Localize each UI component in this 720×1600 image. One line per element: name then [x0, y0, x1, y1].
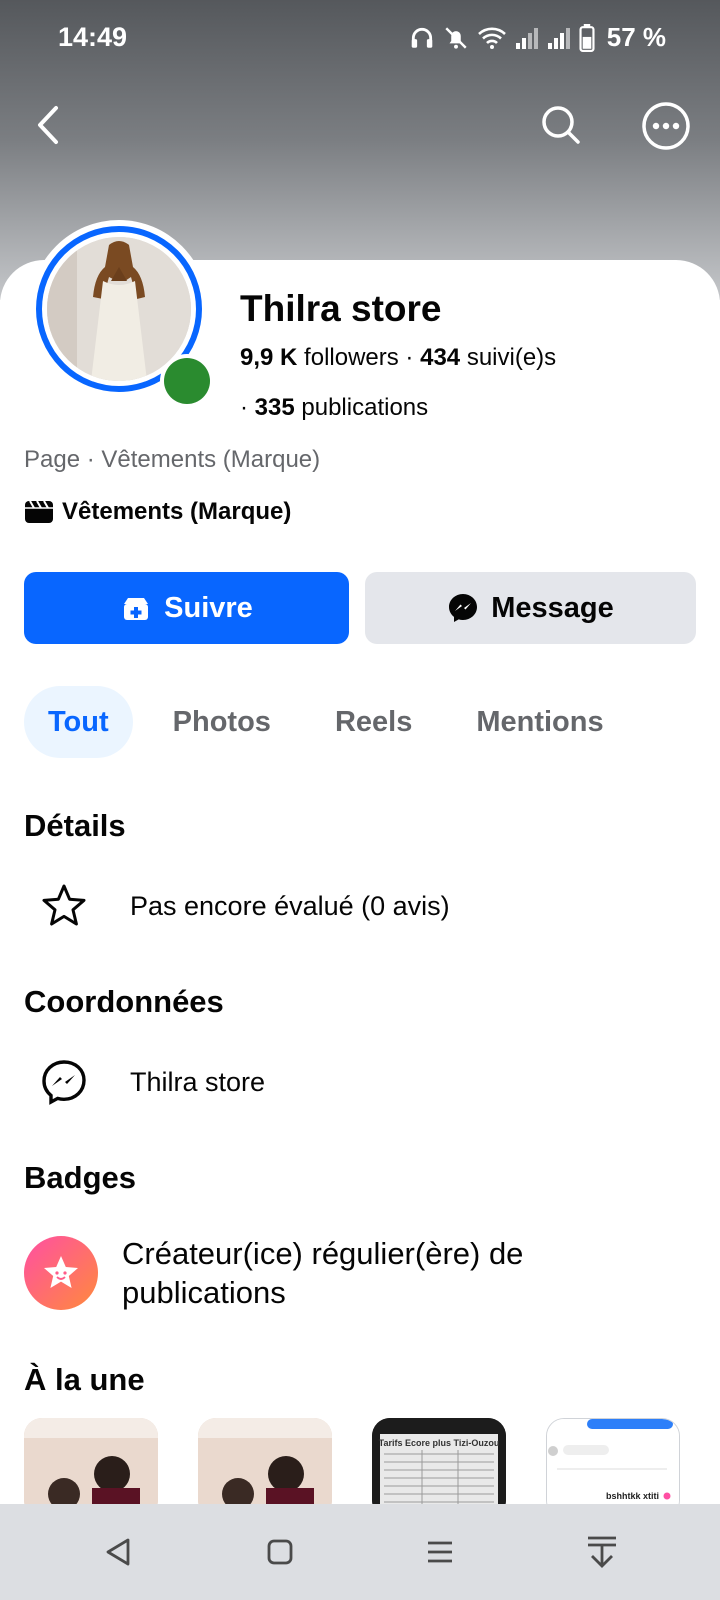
clapperboard-icon	[25, 500, 53, 523]
contact-title: Coordonnées	[24, 984, 224, 1019]
publication-stats: · 335 publications	[240, 394, 429, 421]
nav-home-icon	[267, 1539, 293, 1565]
featured-thumbnail[interactable]: bshhtkk xtiti	[546, 1418, 680, 1518]
more-icon	[642, 102, 690, 150]
nav-back-button[interactable]	[78, 1504, 158, 1600]
battery-icon	[579, 23, 595, 52]
back-button[interactable]	[28, 98, 68, 152]
featured-thumbnail[interactable]: Tarifs Ecore plus Tizi-Ouzou	[372, 1418, 506, 1518]
nav-back-icon	[106, 1538, 130, 1566]
badges-title: Badges	[24, 1160, 136, 1195]
nav-notifications-button[interactable]	[562, 1504, 642, 1600]
featured-title: À la une	[24, 1362, 145, 1397]
wifi-icon	[477, 27, 506, 49]
online-status-dot	[160, 354, 214, 408]
messenger-icon	[40, 1058, 88, 1106]
featured-photo	[24, 1418, 158, 1518]
headphones-icon	[411, 27, 433, 48]
featured-photo	[198, 1418, 332, 1518]
featured-thumbnail[interactable]	[24, 1418, 158, 1518]
messenger-contact-name: Thilra store	[130, 1066, 266, 1097]
more-options-button[interactable]	[640, 100, 692, 152]
status-icons: 57 %	[409, 22, 666, 53]
chat-caption: bshhtkk xtiti	[606, 1491, 659, 1501]
brand-category: Vêtements (Marque)	[24, 498, 291, 526]
tab-mentions[interactable]: Mentions	[452, 686, 627, 758]
bell-off-icon	[445, 26, 467, 49]
nav-recents-icon	[428, 1541, 452, 1563]
badge-text: Créateur(ice) régulier(ère) de publicati…	[122, 1236, 524, 1310]
search-button[interactable]	[536, 100, 586, 150]
search-icon	[542, 106, 580, 144]
message-button[interactable]: Message	[365, 572, 696, 644]
followers-count[interactable]: 9,9 K	[240, 344, 297, 371]
tab-reels[interactable]: Reels	[311, 686, 436, 758]
follow-label: Suivre	[164, 591, 253, 624]
following-count[interactable]: 434	[420, 344, 460, 371]
profile-tabs: Tout Photos Reels Mentions	[24, 686, 628, 758]
followers-label[interactable]: followers	[304, 344, 399, 371]
chevron-left-icon	[38, 106, 58, 144]
rating-row[interactable]: Pas encore évalué (0 avis)	[40, 882, 450, 930]
status-bar: 14:49 57 %	[0, 0, 720, 80]
featured-price-list: Tarifs Ecore plus Tizi-Ouzou	[372, 1418, 506, 1518]
price-list-caption: Tarifs Ecore plus Tizi-Ouzou	[379, 1438, 500, 1448]
system-nav-bar	[0, 1504, 720, 1600]
status-time: 14:49	[58, 22, 128, 52]
creator-badge-icon	[24, 1236, 98, 1310]
featured-chat-screenshot: bshhtkk xtiti	[547, 1419, 679, 1517]
messenger-icon	[449, 594, 478, 622]
nav-home-button[interactable]	[240, 1504, 320, 1600]
follow-icon	[124, 598, 149, 620]
nav-recents-button[interactable]	[400, 1504, 480, 1600]
publications-label: publications	[301, 394, 429, 421]
follow-button[interactable]: Suivre	[24, 572, 349, 644]
following-label[interactable]: suivi(e)s	[467, 344, 556, 371]
featured-thumbnail[interactable]	[198, 1418, 332, 1518]
tab-photos[interactable]: Photos	[149, 686, 295, 758]
battery-level: 57 %	[606, 22, 666, 52]
follower-stats: 9,9 K followers · 434 suivi(e)s	[240, 344, 557, 371]
details-title: Détails	[24, 808, 126, 843]
message-label: Message	[491, 591, 614, 624]
tab-all[interactable]: Tout	[24, 686, 133, 758]
rating-text: Pas encore évalué (0 avis)	[130, 890, 450, 921]
signal-icon	[547, 27, 570, 49]
publications-count: 335	[254, 394, 295, 421]
messenger-contact-row[interactable]: Thilra store	[40, 1058, 265, 1106]
pull-down-icon	[588, 1536, 616, 1568]
page-category: Page · Vêtements (Marque)	[24, 446, 321, 473]
star-icon	[40, 882, 88, 930]
page-title: Thilra store	[240, 288, 442, 329]
badge-row[interactable]: Créateur(ice) régulier(ère) de publicati…	[24, 1234, 642, 1312]
brand-label: Vêtements (Marque)	[62, 498, 292, 525]
signal-icon	[515, 27, 538, 49]
